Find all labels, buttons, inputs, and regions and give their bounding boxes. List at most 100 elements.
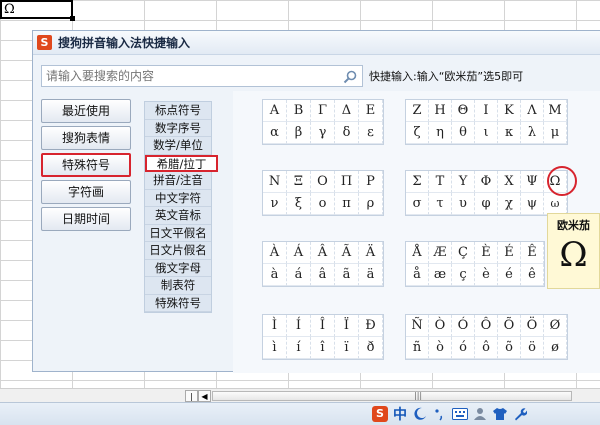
symbol-cell[interactable]: ρ (359, 193, 383, 215)
symbol-cell[interactable]: σ (406, 193, 429, 215)
symbol-cell[interactable]: Ö (521, 315, 544, 337)
symbol-cell[interactable]: α (263, 122, 287, 144)
symbol-cell[interactable]: Ð (359, 315, 383, 337)
symbol-cell[interactable]: ψ (521, 193, 544, 215)
sogou-ime-icon[interactable]: S (372, 406, 388, 422)
symbol-cell[interactable]: è (475, 264, 498, 286)
scrollbar-thumb[interactable] (212, 391, 572, 401)
symbol-cell[interactable]: Θ (452, 100, 475, 122)
symbol-cell[interactable]: Á (287, 242, 311, 264)
scroll-left-end-button[interactable]: | (185, 390, 198, 402)
search-box[interactable] (41, 65, 363, 87)
nav-char-art-button[interactable]: 字符画 (41, 180, 131, 204)
symbol-cell[interactable]: ï (335, 337, 359, 359)
symbol-cell[interactable]: à (263, 264, 287, 286)
symbol-cell[interactable]: ä (359, 264, 383, 286)
category-item[interactable]: 标点符号 (145, 102, 211, 120)
symbol-cell[interactable]: Μ (544, 100, 567, 122)
symbol-cell[interactable]: Ç (452, 242, 475, 264)
symbol-cell[interactable]: ó (452, 337, 475, 359)
symbol-cell[interactable]: Ψ (521, 171, 544, 193)
symbol-cell[interactable]: υ (452, 193, 475, 215)
nav-special-symbols-button[interactable]: 特殊符号 (41, 153, 131, 177)
symbol-cell[interactable]: æ (429, 264, 452, 286)
symbol-cell[interactable]: Õ (498, 315, 521, 337)
symbol-cell[interactable]: Ó (452, 315, 475, 337)
symbol-cell[interactable]: ì (263, 337, 287, 359)
symbol-cell[interactable]: ç (452, 264, 475, 286)
symbol-cell[interactable]: κ (498, 122, 521, 144)
symbol-cell[interactable]: μ (544, 122, 567, 144)
scroll-left-button[interactable]: ◀ (198, 390, 211, 402)
chinese-mode-icon[interactable]: 中 (392, 406, 408, 423)
symbol-cell[interactable]: ê (521, 264, 544, 286)
horizontal-scrollbar[interactable]: | ◀ ||| (0, 388, 600, 402)
symbol-cell[interactable]: ð (359, 337, 383, 359)
category-item[interactable]: 日文片假名 (145, 242, 211, 260)
symbol-cell[interactable]: Φ (475, 171, 498, 193)
category-item[interactable]: 俄文字母 (145, 260, 211, 277)
symbol-cell[interactable]: á (287, 264, 311, 286)
symbol-cell[interactable]: Η (429, 100, 452, 122)
symbol-cell[interactable]: ã (335, 264, 359, 286)
symbol-cell[interactable]: π (335, 193, 359, 215)
symbol-cell[interactable]: Å (406, 242, 429, 264)
symbol-cell[interactable]: Ξ (287, 171, 311, 193)
category-item[interactable]: 日文平假名 (145, 225, 211, 242)
symbol-cell[interactable]: Î (311, 315, 335, 337)
symbol-cell[interactable]: ν (263, 193, 287, 215)
symbol-cell[interactable]: Τ (429, 171, 452, 193)
category-item-greek-latin[interactable]: 希腊/拉丁 (145, 154, 218, 172)
symbol-cell[interactable]: é (498, 264, 521, 286)
symbol-cell[interactable]: β (287, 122, 311, 144)
symbol-cell[interactable]: ö (521, 337, 544, 359)
half-width-moon-icon[interactable] (412, 406, 428, 422)
symbol-cell[interactable]: Κ (498, 100, 521, 122)
symbol-cell[interactable]: Ε (359, 100, 383, 122)
symbol-cell[interactable]: Β (287, 100, 311, 122)
symbol-cell[interactable]: θ (452, 122, 475, 144)
search-input[interactable] (46, 68, 336, 84)
symbol-cell[interactable]: Ò (429, 315, 452, 337)
symbol-cell[interactable]: Ô (475, 315, 498, 337)
symbol-cell[interactable]: É (498, 242, 521, 264)
panel-titlebar[interactable]: S 搜狗拼音输入法快捷输入 (33, 31, 600, 55)
symbol-cell[interactable]: ò (429, 337, 452, 359)
symbol-cell[interactable]: λ (521, 122, 544, 144)
symbol-cell[interactable]: Ñ (406, 315, 429, 337)
symbol-cell[interactable]: ζ (406, 122, 429, 144)
symbol-cell[interactable]: Í (287, 315, 311, 337)
symbol-cell[interactable]: ô (475, 337, 498, 359)
symbol-cell[interactable]: È (475, 242, 498, 264)
symbol-cell[interactable]: Λ (521, 100, 544, 122)
symbol-cell[interactable]: Ï (335, 315, 359, 337)
symbol-cell[interactable]: À (263, 242, 287, 264)
symbol-cell[interactable]: Ν (263, 171, 287, 193)
symbol-cell[interactable]: ξ (287, 193, 311, 215)
symbol-cell[interactable]: Ã (335, 242, 359, 264)
symbol-cell[interactable]: Ρ (359, 171, 383, 193)
category-item[interactable]: 中文字符 (145, 190, 211, 207)
symbol-cell[interactable]: γ (311, 122, 335, 144)
symbol-cell[interactable]: ο (311, 193, 335, 215)
symbol-cell[interactable]: å (406, 264, 429, 286)
tools-wrench-icon[interactable] (512, 406, 528, 422)
symbol-cell[interactable]: Υ (452, 171, 475, 193)
symbol-cell[interactable]: î (311, 337, 335, 359)
symbol-cell[interactable]: Σ (406, 171, 429, 193)
symbol-cell[interactable]: Â (311, 242, 335, 264)
skin-shirt-icon[interactable] (492, 406, 508, 422)
nav-emoticon-button[interactable]: 搜狗表情 (41, 126, 131, 150)
symbol-cell[interactable]: ø (544, 337, 567, 359)
search-icon[interactable] (342, 69, 358, 85)
symbol-cell[interactable]: τ (429, 193, 452, 215)
symbol-cell[interactable]: ι (475, 122, 498, 144)
punctuation-icon[interactable] (432, 406, 448, 422)
user-icon[interactable] (472, 406, 488, 422)
nav-recent-button[interactable]: 最近使用 (41, 99, 131, 123)
symbol-cell[interactable]: í (287, 337, 311, 359)
category-item[interactable]: 拼音/注音 (145, 172, 211, 190)
symbol-cell[interactable]: ε (359, 122, 383, 144)
category-item[interactable]: 制表符 (145, 277, 211, 295)
symbol-cell[interactable]: Ê (521, 242, 544, 264)
